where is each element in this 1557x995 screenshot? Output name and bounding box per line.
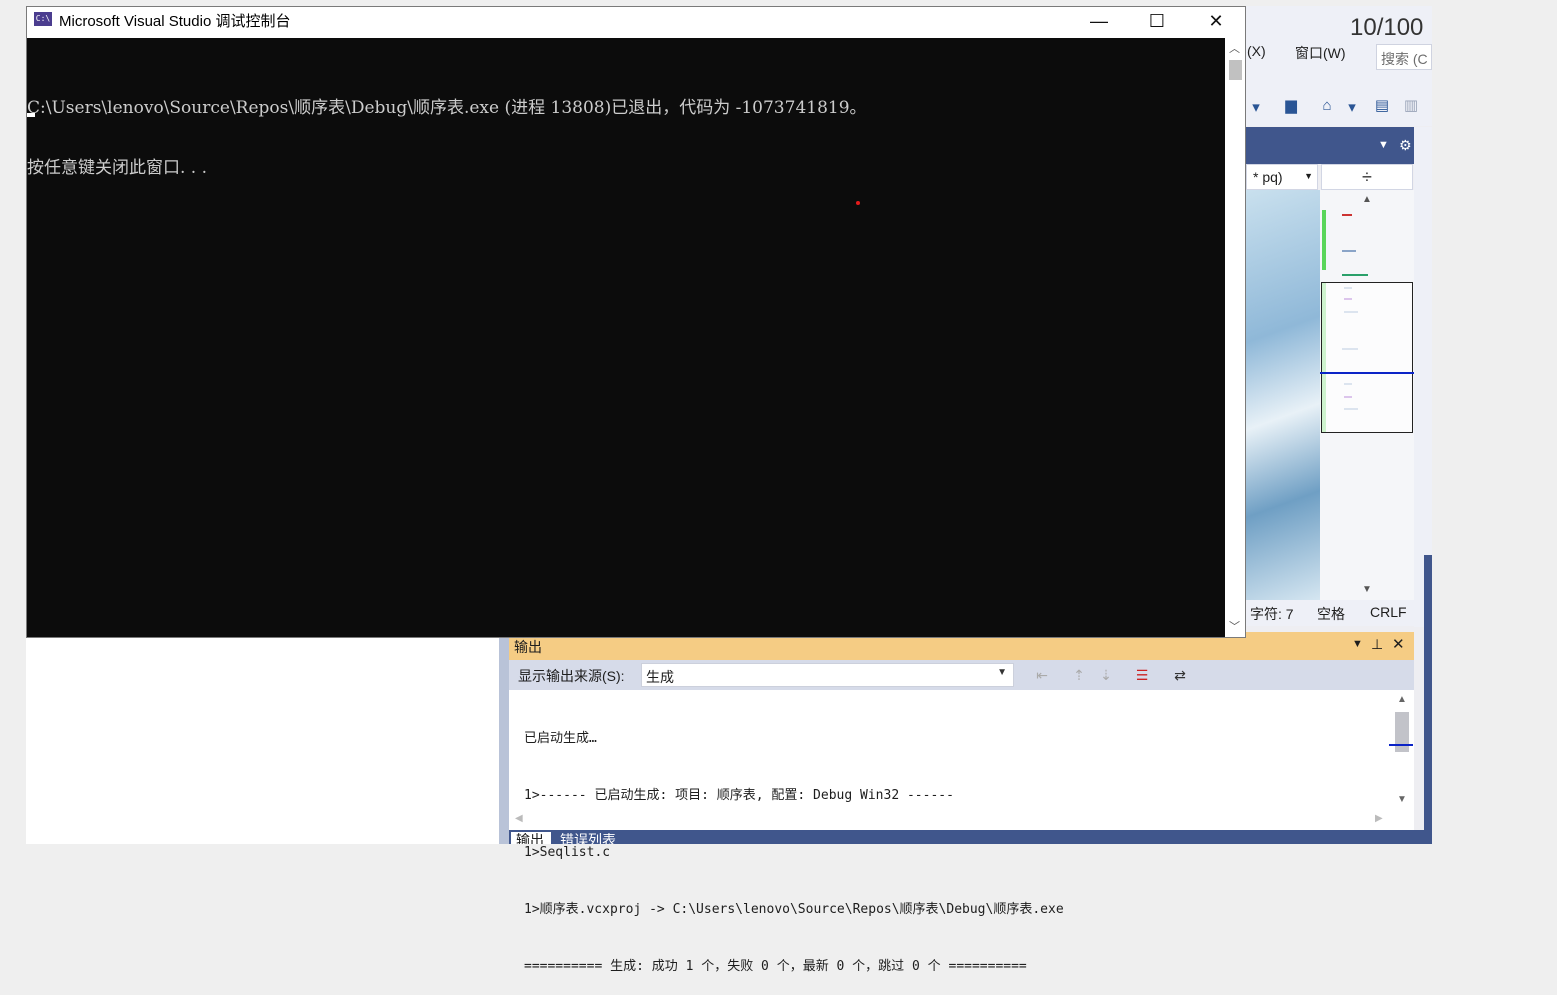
tab-error-list[interactable]: 错误列表 [560,833,616,844]
counter-text: 10/100 [1350,14,1424,41]
maximize-button[interactable]: ☐ [1128,7,1186,38]
scroll-up-icon[interactable]: ︿ [1229,40,1240,56]
console-app-icon: C:\ [34,12,52,26]
scroll-down-icon[interactable]: ▼ [1397,794,1407,805]
solution-pane [26,638,499,844]
console-output: C:\Users\lenovo\Source\Repos\顺序表\Debug\顺… [27,58,867,198]
output-tab-strip [509,830,1424,844]
minimap-viewport[interactable] [1321,282,1413,433]
editor-status-row: 字符: 7 空格 CRLF [1246,600,1432,626]
scrollbar-thumb[interactable] [1395,712,1409,752]
dropdown-icon[interactable]: ▾ [1342,98,1362,118]
go-to-location-icon[interactable]: ⇤ [1031,664,1053,686]
menu-item-window[interactable]: 窗口(W) [1295,43,1346,63]
char-position: 字符: 7 [1250,606,1294,622]
editor-navigation-dropdown[interactable]: * pq) ▼ [1246,164,1318,190]
output-line: ========== 生成: 成功 1 个，失败 0 个，最新 0 个，跳过 0… [524,959,1027,974]
close-icon[interactable]: ✕ [1392,635,1405,653]
menu-item-extensions[interactable]: (X) [1247,43,1266,59]
home-icon[interactable]: ⌂ [1317,96,1337,116]
scroll-marker [1389,744,1413,746]
text-cursor [27,113,35,117]
vs-toolbar: ▾ ▆ ⌂ ▾ ▤ ▥ [1246,90,1432,126]
output-panel-title: 输出 [514,639,542,655]
minimize-button[interactable]: — [1070,7,1128,38]
change-marker [1322,210,1326,270]
red-dot [856,201,860,205]
pane-splitter[interactable] [499,638,509,844]
tab-output[interactable]: 输出 [516,833,544,844]
uncomment-icon[interactable]: ▥ [1401,96,1421,116]
pin-icon[interactable]: ⊥ [1371,636,1383,653]
right-side-panel [1414,127,1432,627]
editor-nav-label: * pq) [1253,169,1283,185]
previous-message-icon[interactable]: ⇡ [1068,664,1090,686]
clear-all-icon[interactable]: ☰ [1131,664,1153,686]
chevron-down-icon: ▼ [1304,171,1313,181]
scroll-up-icon[interactable]: ▲ [1362,194,1372,205]
console-line: C:\Users\lenovo\Source\Repos\顺序表\Debug\顺… [27,98,867,118]
console-line: 按任意键关闭此窗口. . . [27,158,208,178]
minimap-line [1342,274,1368,276]
editor-background [1246,190,1320,600]
word-wrap-icon[interactable]: ⇄ [1169,664,1191,686]
gear-icon[interactable]: ⚙ [1399,137,1412,154]
console-scrollbar[interactable]: ︿ ﹀ [1225,38,1245,637]
chevron-down-icon[interactable]: ▼ [1352,638,1363,650]
line-ending[interactable]: CRLF [1370,604,1407,620]
output-line: 1>Seqlist.c [524,845,611,860]
next-message-icon[interactable]: ⇣ [1095,664,1117,686]
indent-mode[interactable]: 空格 [1317,604,1345,624]
minimap-caret-line [1320,372,1414,374]
window-title: Microsoft Visual Studio 调试控制台 [59,13,291,30]
chevron-down-icon[interactable]: ▼ [1378,139,1389,151]
output-vertical-scrollbar[interactable]: ▲ ▼ [1389,692,1413,814]
output-line: 1>顺序表.vcxproj -> C:\Users\lenovo\Source\… [524,902,1064,917]
output-source-label: 显示输出来源(S): [518,668,625,684]
output-source-select[interactable]: 生成 ▼ [641,663,1014,687]
scroll-right-icon[interactable]: ▶ [1375,813,1383,824]
close-button[interactable]: ✕ [1187,7,1245,38]
search-input[interactable]: 搜索 (C [1376,44,1432,70]
output-line: 1>------ 已启动生成: 项目: 顺序表, 配置: Debug Win32… [524,788,954,803]
scroll-down-icon[interactable]: ▼ [1362,584,1372,595]
minimap-line [1342,214,1352,216]
dropdown-icon[interactable]: ▾ [1246,98,1266,118]
output-line: 已启动生成… [524,731,597,746]
tool-window-header: ▼ ⚙ [1246,127,1432,164]
minimap-line [1342,250,1356,252]
side-strip [1424,555,1432,844]
chevron-down-icon: ▼ [997,667,1007,678]
folder-icon[interactable]: ▆ [1281,96,1301,116]
scroll-left-icon[interactable]: ◀ [515,813,523,824]
scrollbar-thumb[interactable] [1229,60,1242,80]
scroll-down-icon[interactable]: ﹀ [1229,618,1240,634]
scroll-up-icon[interactable]: ▲ [1397,694,1407,705]
comment-icon[interactable]: ▤ [1372,96,1392,116]
output-source-value: 生成 [646,669,674,685]
split-editor-button[interactable]: ÷ [1321,164,1413,190]
